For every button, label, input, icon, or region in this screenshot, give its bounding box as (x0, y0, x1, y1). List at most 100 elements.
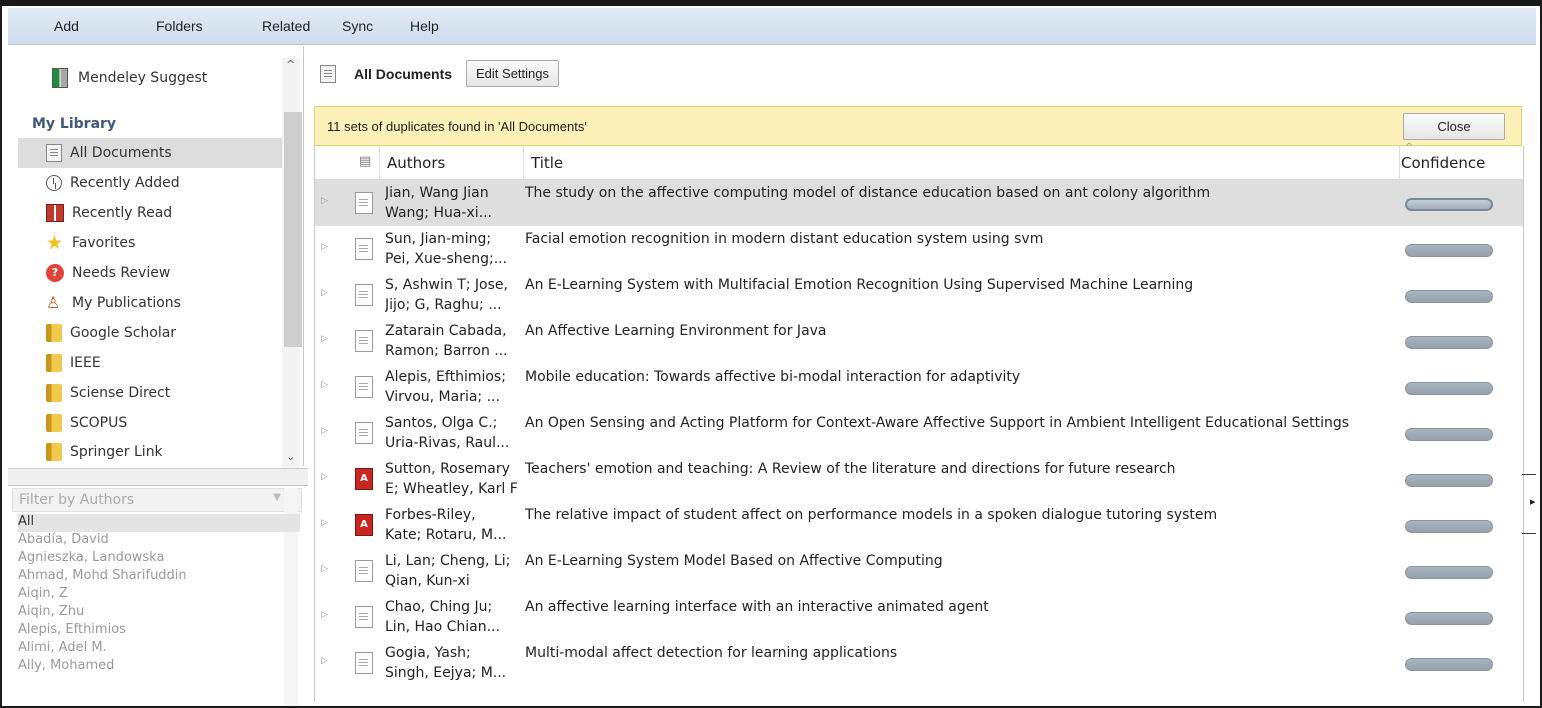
expand-arrow-icon[interactable]: ▷ (321, 196, 328, 206)
table-row[interactable]: ▷ Gogia, Yash; Singh, Eejya; M... Multi-mod… (315, 640, 1523, 686)
author-item[interactable]: Agnieszka, Landowska (18, 550, 300, 568)
row-authors: Alepis, Efthimios; Virvou, Maria; ... (385, 367, 525, 407)
menu-help[interactable]: Help (406, 18, 443, 34)
author-item[interactable]: Aiqin, Z (18, 586, 300, 604)
close-button[interactable]: Close (1403, 113, 1505, 140)
expand-arrow-icon[interactable]: ▷ (321, 610, 328, 620)
table-row[interactable]: ▷ Li, Lan; Cheng, Li; Qian, Kun-xi An E-Lea… (315, 548, 1523, 594)
document-icon (355, 192, 373, 214)
expand-arrow-icon[interactable]: ▷ (321, 518, 328, 528)
column-authors[interactable]: Authors (387, 154, 445, 172)
table-row[interactable]: ▷ Zatarain Cabada, Ramon; Barron ... An Aff… (315, 318, 1523, 364)
row-title: The relative impact of student affect on… (525, 507, 1218, 523)
sidebar-item-sciense-direct[interactable]: Sciense Direct (18, 378, 282, 408)
expand-arrow-icon[interactable]: ▷ (321, 472, 328, 482)
menu-folders[interactable]: Folders (152, 18, 207, 34)
sidebar-item-label: Google Scholar (70, 325, 177, 341)
row-authors-line2: Virvou, Maria; ... (385, 389, 500, 405)
scrollbar-thumb[interactable] (284, 112, 302, 347)
filter-by-authors-dropdown[interactable]: Filter by Authors ▼ (12, 488, 302, 512)
sort-ascending-icon: ^ (1405, 142, 1414, 153)
pdf-icon: A (355, 468, 373, 490)
sidebar-item-needs-review[interactable]: ? Needs Review (18, 258, 282, 288)
sidebar-item-springer-link[interactable]: Springer Link (18, 437, 282, 467)
sidebar-item-google-scholar[interactable]: Google Scholar (18, 318, 282, 348)
row-authors: Sutton, Rosemary E; Wheatley, Karl F (385, 459, 525, 499)
document-column-icon[interactable]: ▤ (359, 154, 371, 169)
table-row[interactable]: ▷ Jian, Wang Jian Wang; Hua-xi... The study… (315, 180, 1523, 226)
author-item[interactable]: Aiqin, Zhu (18, 604, 300, 622)
author-item[interactable]: Ally, Mohamed (18, 658, 300, 676)
sidebar-item-favorites[interactable]: ★ Favorites (18, 228, 282, 258)
menu-sync[interactable]: Sync (338, 18, 377, 34)
expand-arrow-icon[interactable]: ▷ (321, 288, 328, 298)
confidence-bar (1405, 428, 1493, 441)
table-header: ▤ Authors Title ^ Confidence (315, 142, 1523, 180)
row-authors: Chao, Ching Ju; Lin, Hao Chian... (385, 597, 525, 637)
edit-settings-button[interactable]: Edit Settings (466, 60, 560, 87)
row-title: An Open Sensing and Acting Platform for … (525, 415, 1350, 431)
expand-arrow-icon[interactable]: ▷ (321, 380, 328, 390)
author-item-all[interactable]: All (18, 514, 300, 532)
scroll-up-icon[interactable]: ^ (286, 58, 295, 71)
author-item[interactable]: Alimi, Adel M. (18, 640, 300, 658)
sidebar-scrollbar[interactable]: ^ ⌄ (282, 58, 302, 468)
sidebar-item-mendeley-suggest[interactable]: Mendeley Suggest (52, 68, 207, 88)
clock-icon (46, 175, 62, 191)
row-authors-line1: Alepis, Efthimios; (385, 369, 506, 385)
table-row[interactable]: ▷ Alepis, Efthimios; Virvou, Maria; ... Mob… (315, 364, 1523, 410)
row-title: Mobile education: Towards affective bi-m… (525, 369, 1021, 385)
sidebar-item-all-documents[interactable]: All Documents (18, 138, 282, 168)
expand-arrow-icon[interactable]: ▷ (321, 242, 328, 252)
menu-add[interactable]: Add (50, 18, 83, 34)
author-item[interactable]: Ahmad, Mohd Sharifuddin (18, 568, 300, 586)
column-confidence[interactable]: Confidence (1401, 154, 1485, 172)
person-icon: ♙ (46, 293, 61, 312)
sidebar-item-scopus[interactable]: SCOPUS (18, 408, 282, 438)
sidebar-item-ieee[interactable]: IEEE (18, 348, 282, 378)
row-authors: Forbes-Riley, Kate; Rotaru, M... (385, 505, 525, 545)
scroll-down-icon[interactable]: ⌄ (286, 450, 295, 463)
table-row[interactable]: ▷ S, Ashwin T; Jose, Jijo; G, Raghu; ... An… (315, 272, 1523, 318)
row-title: Teachers' emotion and teaching: A Review… (525, 461, 1176, 477)
expand-arrow-icon[interactable]: ▷ (321, 334, 328, 344)
menu-related[interactable]: Related (258, 18, 314, 34)
sidebar-item-my-publications[interactable]: ♙ My Publications (18, 288, 282, 318)
duplicates-table: ▤ Authors Title ^ Confidence ▷ Jian, Wang… (314, 142, 1524, 702)
panel-collapse-handle[interactable] (1522, 474, 1536, 534)
author-item[interactable]: Alepis, Efthimios (18, 622, 300, 640)
sidebar-item-recently-read[interactable]: Recently Read (18, 198, 282, 228)
author-item[interactable]: Abadía, David (18, 532, 300, 550)
expand-arrow-icon[interactable]: ▷ (321, 656, 328, 666)
row-authors-line1: S, Ashwin T; Jose, (385, 277, 508, 293)
sidebar-item-recently-added[interactable]: Recently Added (18, 168, 282, 198)
documents-icon (46, 144, 62, 162)
table-row[interactable]: ▷ A Forbes-Riley, Kate; Rotaru, M... The rel… (315, 502, 1523, 548)
sidebar-item-label: Springer Link (70, 444, 163, 460)
expand-arrow-icon[interactable]: ▷ (321, 564, 328, 574)
sidebar-item-label: Recently Added (70, 175, 180, 191)
table-row[interactable]: ▷ Santos, Olga C.; Uria-Rivas, Raul... An O… (315, 410, 1523, 456)
chevron-down-icon[interactable]: ▼ (273, 492, 281, 508)
table-row[interactable]: ▷ Sun, Jian-ming; Pei, Xue-sheng;... Facial… (315, 226, 1523, 272)
row-title: An affective learning interface with an … (525, 599, 989, 615)
folder-icon (46, 414, 62, 432)
expand-arrow-icon[interactable]: ▷ (321, 426, 328, 436)
row-authors: Jian, Wang Jian Wang; Hua-xi... (385, 183, 525, 223)
table-row[interactable]: ▷ Chao, Ching Ju; Lin, Hao Chian... An affe… (315, 594, 1523, 640)
page-title: All Documents (354, 65, 453, 82)
panel-splitter[interactable] (8, 468, 308, 486)
row-authors-line2: Kate; Rotaru, M... (385, 527, 507, 543)
row-authors: Sun, Jian-ming; Pei, Xue-sheng;... (385, 229, 525, 269)
row-authors-line1: Li, Lan; Cheng, Li; (385, 553, 511, 569)
table-row[interactable]: ▷ A Sutton, Rosemary E; Wheatley, Karl F Tea… (315, 456, 1523, 502)
document-icon (355, 330, 373, 352)
row-title: An E-Learning System Model Based on Affe… (525, 553, 943, 569)
column-title[interactable]: Title (531, 154, 563, 172)
row-authors: Gogia, Yash; Singh, Eejya; M... (385, 643, 525, 683)
row-authors-line2: Uria-Rivas, Raul... (385, 435, 510, 451)
row-authors-line1: Gogia, Yash; (385, 645, 471, 661)
row-authors-line1: Chao, Ching Ju; (385, 599, 493, 615)
duplicates-notice-bar: 11 sets of duplicates found in 'All Docu… (314, 106, 1522, 146)
sidebar-item-label: SCOPUS (70, 415, 128, 431)
